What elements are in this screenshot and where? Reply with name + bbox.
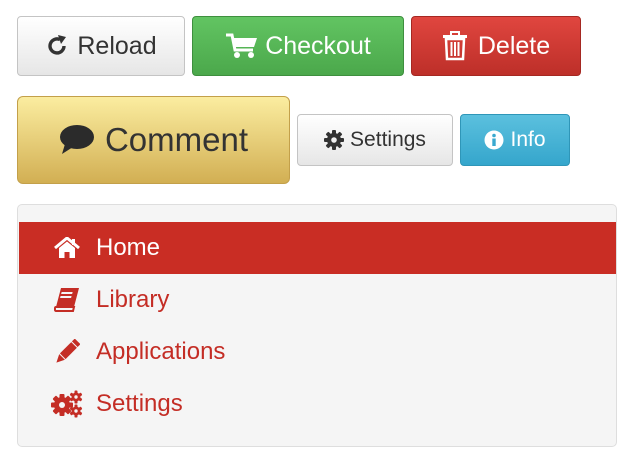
refresh-icon (45, 34, 69, 58)
info-label: Info (510, 128, 546, 151)
delete-button[interactable]: Delete (411, 16, 581, 76)
nav-item-home[interactable]: Home (19, 222, 616, 274)
nav-applications-label: Applications (96, 338, 226, 365)
nav-item-library[interactable]: Library (19, 274, 616, 326)
nav-item-settings[interactable]: Settings (19, 378, 616, 430)
nav-home-label: Home (96, 234, 161, 261)
nav-list: Home Library Applications Settings (17, 204, 617, 447)
home-icon (51, 237, 83, 259)
reload-label: Reload (77, 31, 157, 60)
info-button[interactable]: Info (460, 114, 570, 166)
checkout-button[interactable]: Checkout (192, 16, 404, 76)
nav-item-applications[interactable]: Applications (19, 326, 616, 378)
checkout-label: Checkout (265, 31, 371, 60)
nav-settings-label: Settings (96, 390, 183, 417)
shopping-cart-icon (225, 32, 259, 60)
gears-icon (51, 390, 83, 418)
delete-label: Delete (477, 31, 551, 60)
pencil-icon (51, 339, 83, 365)
reload-button[interactable]: Reload (17, 16, 185, 76)
info-icon (484, 130, 504, 150)
comment-label: Comment (104, 121, 249, 158)
book-icon (51, 287, 83, 313)
comment-button[interactable]: Comment (17, 96, 290, 184)
comment-icon (59, 124, 95, 156)
nav-library-label: Library (96, 286, 170, 313)
gear-icon (324, 130, 345, 150)
settings-label: Settings (350, 128, 426, 151)
trash-icon (442, 31, 468, 61)
settings-button[interactable]: Settings (297, 114, 453, 166)
